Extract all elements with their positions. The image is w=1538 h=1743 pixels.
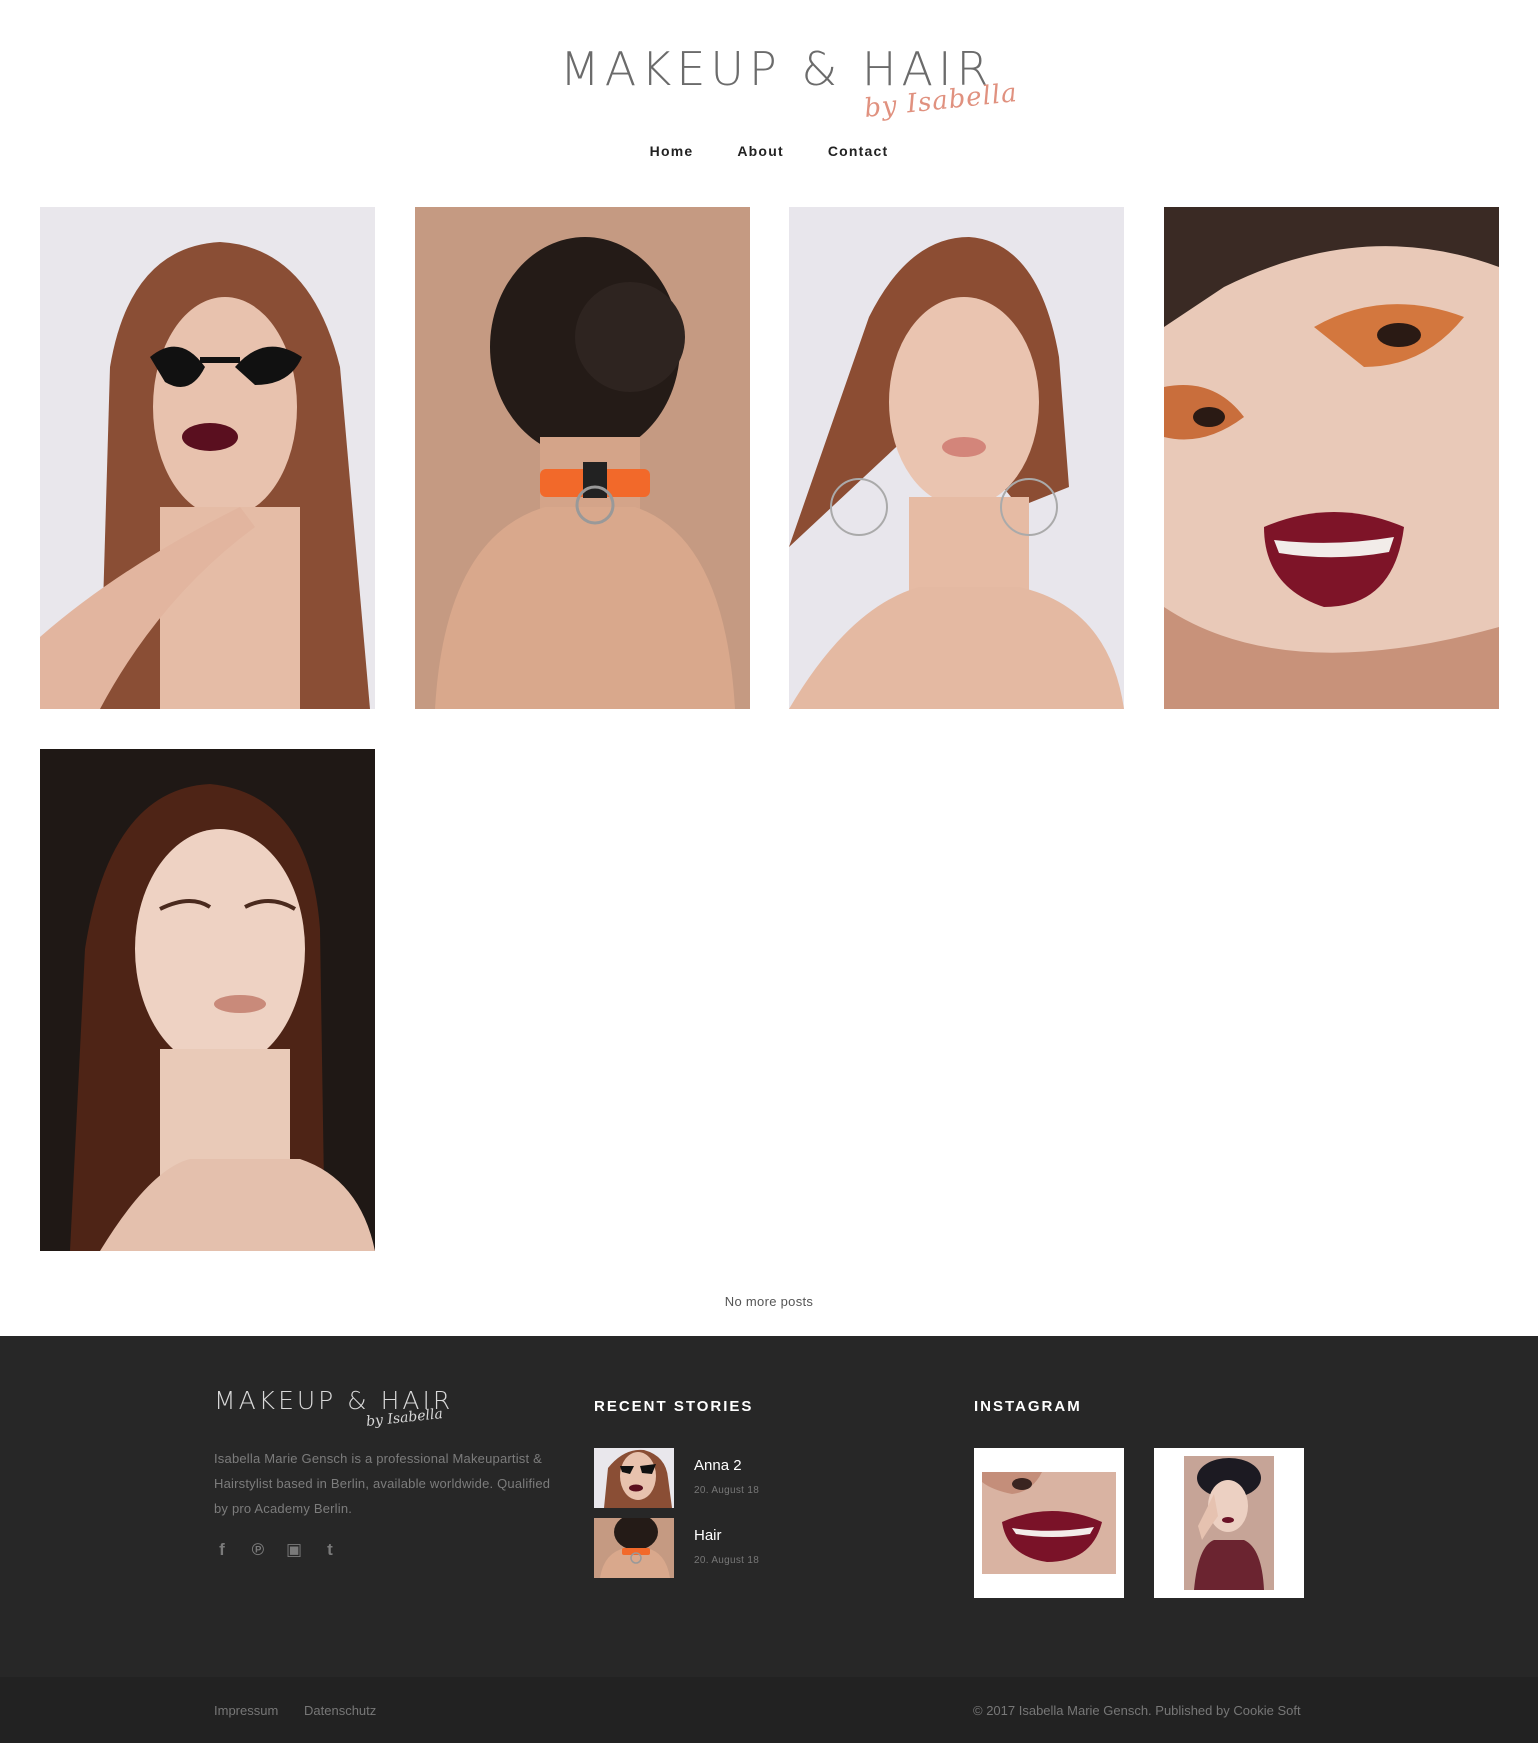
nav-contact[interactable]: Contact	[828, 143, 889, 159]
copyright-text: © 2017 Isabella Marie Gensch. Published …	[973, 1703, 1230, 1718]
gallery-item[interactable]	[40, 207, 375, 709]
publisher-link[interactable]: Cookie Soft	[1233, 1703, 1300, 1718]
gallery-item[interactable]	[789, 207, 1124, 709]
nav-about[interactable]: About	[737, 143, 783, 159]
instagram-heading: INSTAGRAM	[974, 1398, 1082, 1415]
facebook-icon[interactable]: f	[212, 1540, 232, 1560]
instagram-icon[interactable]: ▣	[284, 1540, 304, 1560]
gallery-item[interactable]	[40, 749, 375, 1251]
instagram-item[interactable]	[1154, 1448, 1304, 1598]
gallery-photo	[415, 207, 750, 709]
tumblr-icon[interactable]: t	[320, 1540, 340, 1560]
impressum-link[interactable]: Impressum	[214, 1703, 278, 1718]
recent-story-item[interactable]: Anna 2 20. August 18	[594, 1448, 914, 1508]
story-thumbnail	[594, 1448, 674, 1508]
no-more-posts-label: No more posts	[724, 1294, 814, 1309]
main-nav: Home About Contact	[0, 143, 1538, 159]
recent-stories-heading: RECENT STORIES	[594, 1398, 754, 1415]
story-date: 20. August 18	[694, 1485, 760, 1496]
story-title[interactable]: Hair	[694, 1527, 722, 1544]
nav-home[interactable]: Home	[650, 143, 694, 159]
instagram-photo	[982, 1472, 1116, 1574]
story-date: 20. August 18	[694, 1555, 760, 1566]
social-links: f ℗ ▣ t	[212, 1540, 356, 1560]
datenschutz-link[interactable]: Datenschutz	[304, 1703, 376, 1718]
gallery-photo	[40, 749, 375, 1251]
footer-about-text: Isabella Marie Gensch is a professional …	[214, 1451, 551, 1516]
pinterest-icon[interactable]: ℗	[248, 1540, 268, 1560]
story-thumbnail	[594, 1518, 674, 1578]
story-title[interactable]: Anna 2	[694, 1457, 742, 1474]
recent-story-item[interactable]: Hair 20. August 18	[594, 1518, 914, 1578]
instagram-photo	[1184, 1456, 1274, 1590]
gallery-item[interactable]	[415, 207, 750, 709]
gallery-item[interactable]	[1164, 207, 1499, 709]
footer-bottom-bar: Impressum Datenschutz © 2017 Isabella Ma…	[0, 1677, 1538, 1743]
site-footer: MAKEUP & HAIR by Isabella Isabella Marie…	[0, 1336, 1538, 1677]
gallery-photo	[40, 207, 375, 709]
gallery-photo	[789, 207, 1124, 709]
footer-logo[interactable]: MAKEUP & HAIR by Isabella	[214, 1388, 454, 1438]
gallery-photo	[1164, 207, 1499, 709]
copyright-notice: © 2017 Isabella Marie Gensch. Published …	[973, 1703, 1301, 1718]
site-logo[interactable]: MAKEUP & HAIR by Isabella	[0, 36, 1538, 136]
logo-main-text: MAKEUP & HAIR	[560, 42, 994, 96]
instagram-item[interactable]	[974, 1448, 1124, 1598]
